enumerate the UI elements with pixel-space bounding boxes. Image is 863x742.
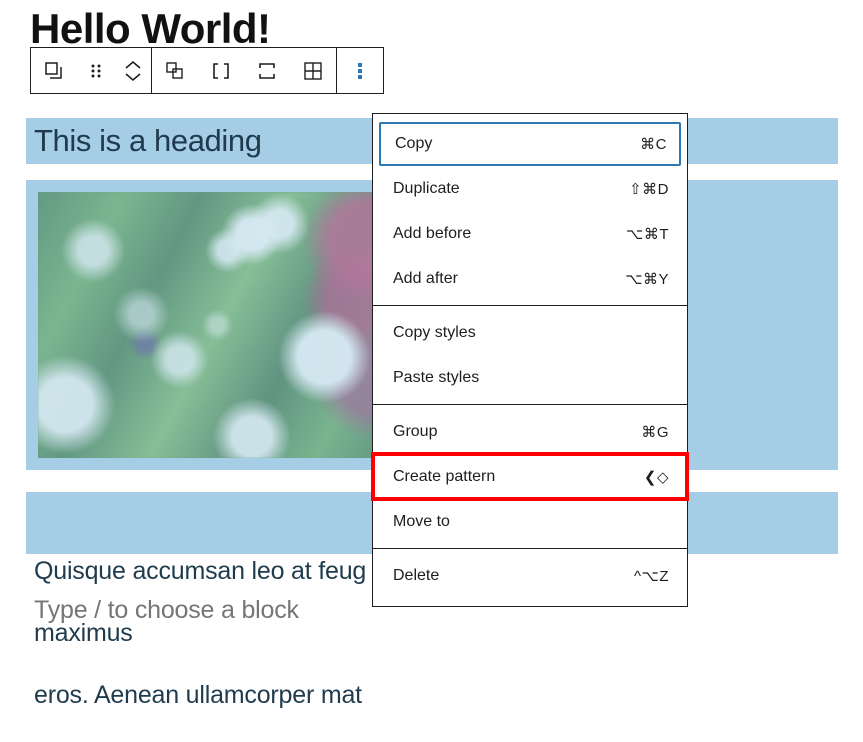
more-options-icon[interactable] [337, 48, 383, 93]
chevron-down-icon [124, 72, 141, 81]
chevron-up-icon [124, 60, 141, 69]
toolbar-group-options [337, 48, 383, 93]
move-chevrons [116, 60, 150, 82]
menu-group: Delete ^⌥Z [373, 548, 687, 602]
menu-item-paste-styles[interactable]: Paste styles [373, 355, 687, 400]
menu-item-label: Add after [393, 269, 458, 287]
menu-item-shortcut: ⌘C [640, 136, 667, 153]
menu-group: Group ⌘G Create pattern ❮◇ Move to [371, 404, 689, 548]
block-options-dropdown: Copy ⌘C Duplicate ⇧⌘D Add before ⌥⌘T Add… [371, 113, 689, 607]
block-type-icon[interactable] [31, 48, 77, 93]
menu-item-shortcut: ^⌥Z [634, 567, 669, 585]
menu-item-label: Group [393, 422, 438, 440]
drag-handle-icon[interactable] [77, 48, 114, 93]
paragraph-line-1-left: Quisque accumsan leo at feug [34, 557, 367, 585]
menu-item-delete[interactable]: Delete ^⌥Z [373, 553, 687, 598]
menu-item-label: Create pattern [393, 467, 496, 485]
menu-item-group[interactable]: Group ⌘G [373, 409, 687, 454]
menu-item-shortcut: ⌥⌘Y [625, 270, 669, 288]
menu-item-move-to[interactable]: Move to [373, 499, 687, 544]
post-title[interactable]: Hello World! [30, 5, 271, 52]
toolbar-group-layout [152, 48, 336, 93]
selection-tint-overlay [38, 192, 383, 458]
menu-item-copy[interactable]: Copy ⌘C [379, 122, 681, 166]
menu-item-copy-styles[interactable]: Copy styles [373, 310, 687, 355]
menu-item-label: Paste styles [393, 368, 480, 386]
flower-photo-image[interactable] [38, 192, 383, 458]
group-icon[interactable] [152, 48, 198, 93]
move-up-down-icon[interactable] [114, 48, 151, 93]
toolbar-group-block [31, 48, 151, 93]
menu-item-duplicate[interactable]: Duplicate ⇧⌘D [373, 166, 687, 211]
empty-block-placeholder[interactable]: Type / to choose a block [34, 596, 299, 625]
justify-horizontal-icon[interactable] [198, 48, 244, 93]
menu-item-label: Copy [395, 135, 433, 152]
menu-item-add-before[interactable]: Add before ⌥⌘T [373, 211, 687, 256]
menu-item-label: Duplicate [393, 179, 460, 197]
menu-item-label: Copy styles [393, 323, 476, 341]
menu-item-shortcut: ⇧⌘D [629, 180, 669, 198]
menu-group: Copy ⌘C Duplicate ⇧⌘D Add before ⌥⌘T Add… [373, 118, 687, 305]
menu-item-label: Delete [393, 566, 440, 584]
menu-item-shortcut: ⌥⌘T [626, 225, 669, 243]
create-pattern-glyph-icon: ❮◇ [643, 468, 669, 486]
menu-item-label: Add before [393, 224, 472, 242]
menu-item-add-after[interactable]: Add after ⌥⌘Y [373, 256, 687, 301]
block-toolbar [30, 47, 384, 94]
menu-item-label: Move to [393, 512, 450, 530]
menu-item-shortcut: ⌘G [641, 423, 669, 441]
menu-item-create-pattern[interactable]: Create pattern ❮◇ [371, 452, 689, 501]
justify-vertical-icon[interactable] [244, 48, 290, 93]
heading-block-text: This is a heading [34, 123, 262, 158]
menu-group: Copy styles Paste styles [373, 305, 687, 404]
grid-icon[interactable] [290, 48, 336, 93]
paragraph-line-2: eros. Aenean ullamcorper mat [34, 681, 362, 709]
